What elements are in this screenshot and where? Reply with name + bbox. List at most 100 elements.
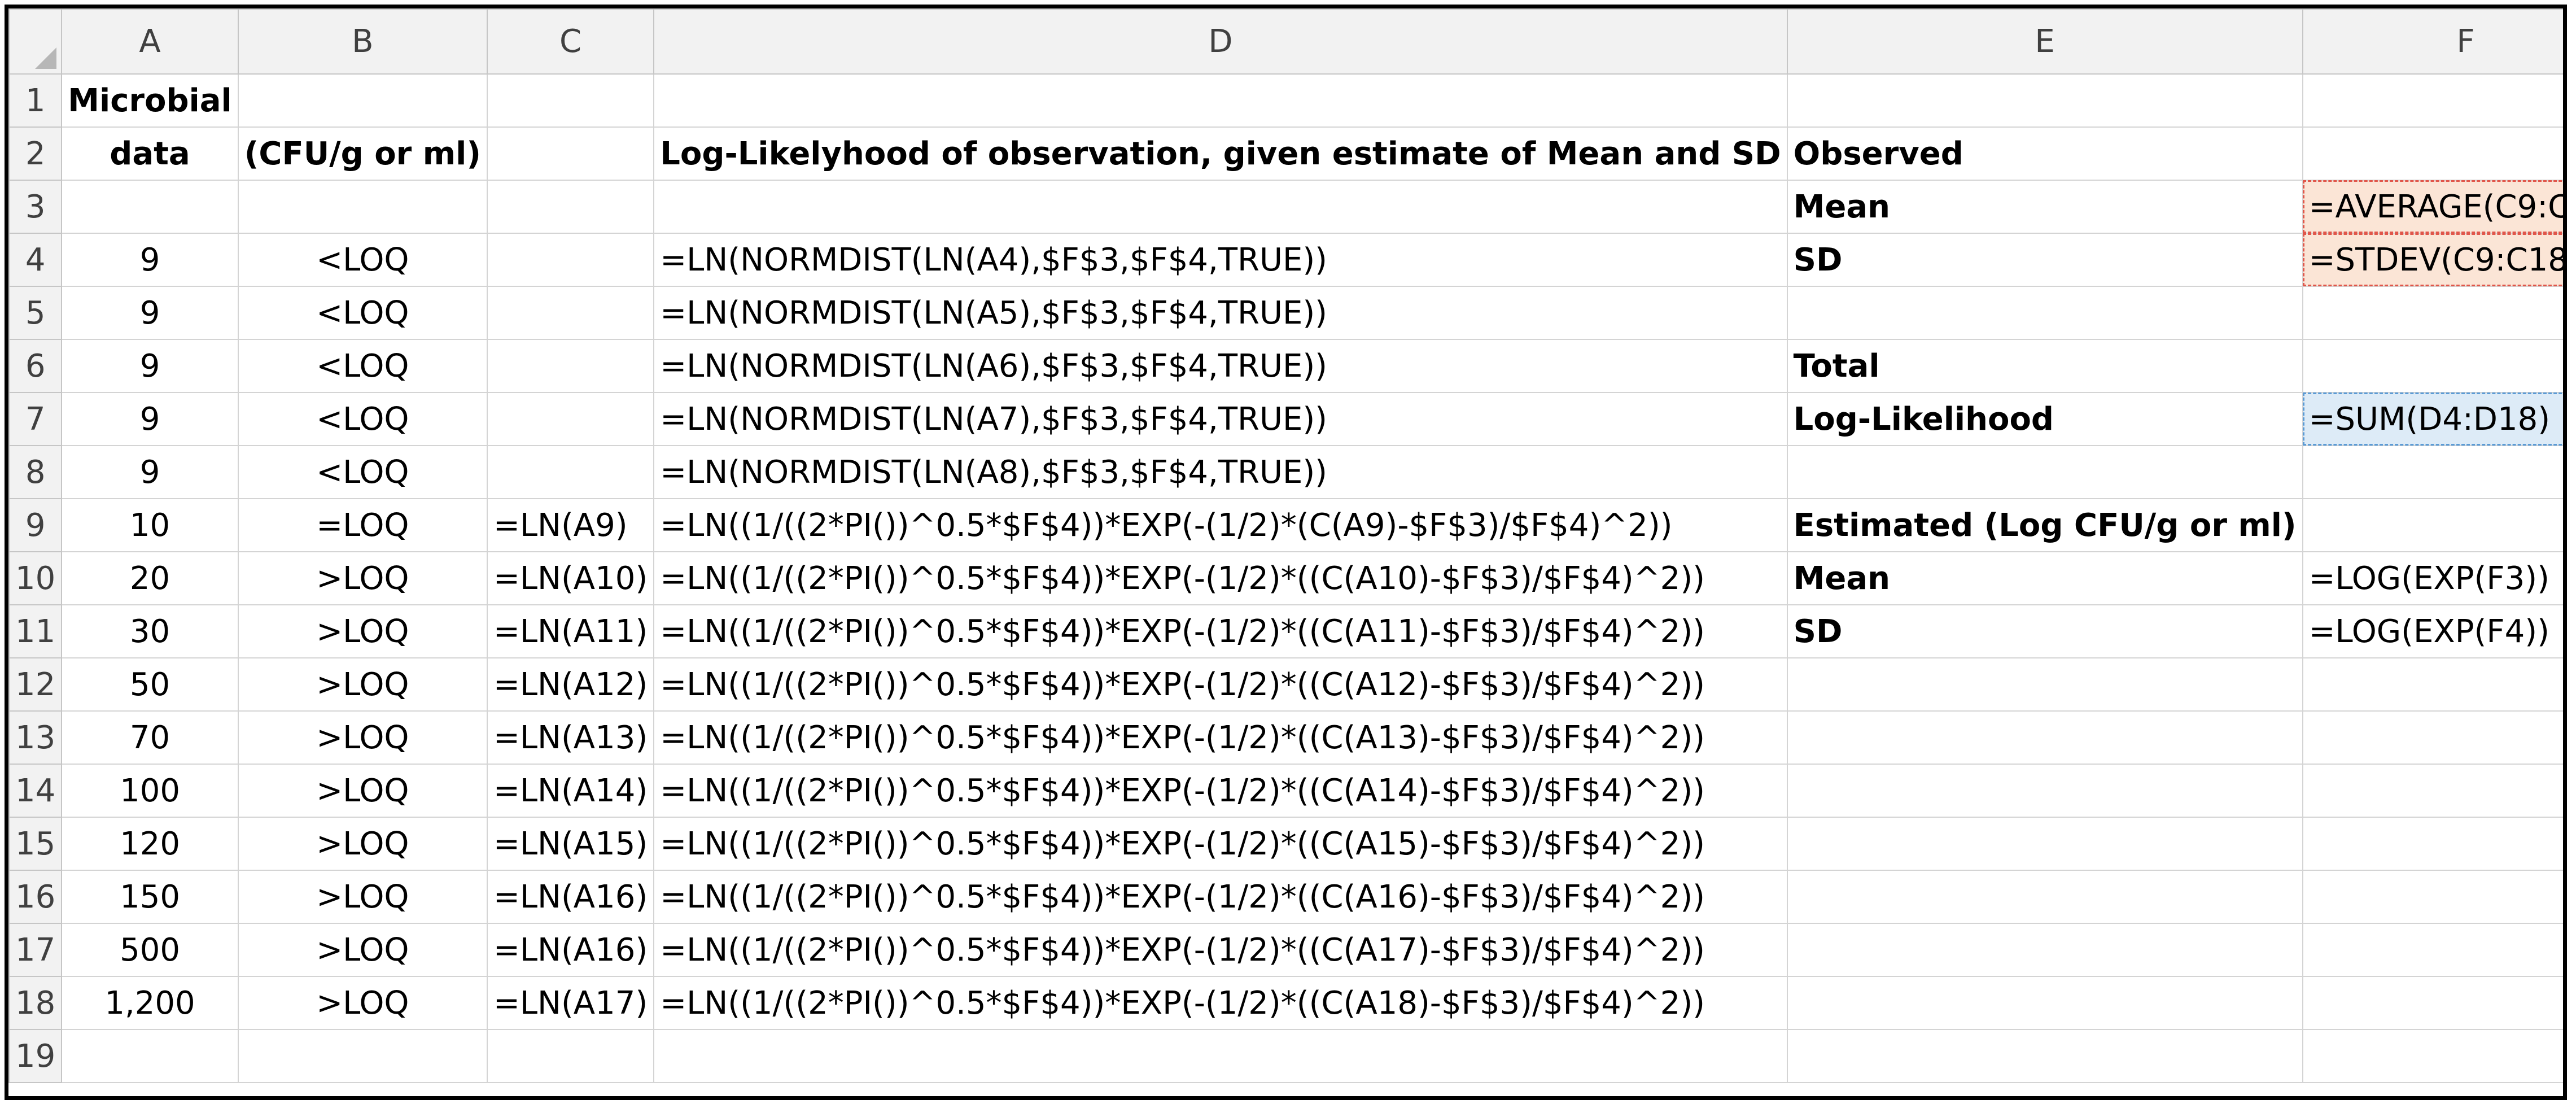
row-header-1[interactable]: 1	[8, 73, 63, 128]
cell-c16[interactable]: =LN(A16)	[486, 870, 655, 924]
cell-d9[interactable]: =LN((1/((2*PI())^0.5*$F$4))*EXP(-(1/2)*(…	[653, 498, 1788, 552]
cell-f19[interactable]	[2302, 1029, 2563, 1083]
cell-b16[interactable]: >LOQ	[237, 870, 488, 924]
cell-a9[interactable]: 10	[61, 498, 239, 552]
cell-c15[interactable]: =LN(A15)	[486, 817, 655, 871]
cell-b14[interactable]: >LOQ	[237, 764, 488, 818]
cell-a6[interactable]: 9	[61, 339, 239, 393]
cell-a17[interactable]: 500	[61, 923, 239, 977]
cell-b13[interactable]: >LOQ	[237, 710, 488, 765]
cell-c4[interactable]	[486, 233, 655, 287]
cell-c7[interactable]	[486, 392, 655, 446]
cell-a18[interactable]: 1,200	[61, 976, 239, 1030]
cell-a13[interactable]: 70	[61, 710, 239, 765]
cell-e19[interactable]	[1786, 1029, 2303, 1083]
cell-e2[interactable]: Observed	[1786, 126, 2303, 181]
row-header-15[interactable]: 15	[8, 817, 63, 871]
cell-d2[interactable]: Log-Likelyhood of observation, given est…	[653, 126, 1788, 181]
cell-c11[interactable]: =LN(A11)	[486, 604, 655, 658]
cell-c18[interactable]: =LN(A17)	[486, 976, 655, 1030]
cell-f11[interactable]: =LOG(EXP(F4))	[2302, 604, 2563, 658]
cell-c8[interactable]	[486, 445, 655, 499]
cell-c12[interactable]: =LN(A12)	[486, 657, 655, 712]
row-header-12[interactable]: 12	[8, 657, 63, 712]
row-header-3[interactable]: 3	[8, 180, 63, 234]
cell-d12[interactable]: =LN((1/((2*PI())^0.5*$F$4))*EXP(-(1/2)*(…	[653, 657, 1788, 712]
cell-f17[interactable]	[2302, 923, 2563, 977]
column-header-a[interactable]: A	[61, 8, 239, 75]
cell-f7[interactable]: =SUM(D4:D18)	[2302, 392, 2563, 446]
cell-c6[interactable]	[486, 339, 655, 393]
cell-f3[interactable]: =AVERAGE(C9:C18)	[2302, 180, 2563, 234]
row-header-13[interactable]: 13	[8, 710, 63, 765]
cell-b3[interactable]	[237, 180, 488, 234]
cell-e11[interactable]: SD	[1786, 604, 2303, 658]
cell-a14[interactable]: 100	[61, 764, 239, 818]
row-header-2[interactable]: 2	[8, 126, 63, 181]
cell-c17[interactable]: =LN(A16)	[486, 923, 655, 977]
cell-c3[interactable]	[486, 180, 655, 234]
cell-a19[interactable]	[61, 1029, 239, 1083]
cell-a1[interactable]: Microbial	[61, 73, 239, 128]
row-header-7[interactable]: 7	[8, 392, 63, 446]
cell-d13[interactable]: =LN((1/((2*PI())^0.5*$F$4))*EXP(-(1/2)*(…	[653, 710, 1788, 765]
row-header-8[interactable]: 8	[8, 445, 63, 499]
cell-c13[interactable]: =LN(A13)	[486, 710, 655, 765]
cell-b7[interactable]: <LOQ	[237, 392, 488, 446]
select-all-corner[interactable]	[8, 8, 63, 75]
cell-e15[interactable]	[1786, 817, 2303, 871]
column-header-e[interactable]: E	[1786, 8, 2303, 75]
cell-d5[interactable]: =LN(NORMDIST(LN(A5),$F$3,$F$4,TRUE))	[653, 286, 1788, 340]
cell-b11[interactable]: >LOQ	[237, 604, 488, 658]
cell-a2[interactable]: data	[61, 126, 239, 181]
row-header-5[interactable]: 5	[8, 286, 63, 340]
cell-e18[interactable]	[1786, 976, 2303, 1030]
cell-b10[interactable]: >LOQ	[237, 551, 488, 605]
column-header-f[interactable]: F	[2302, 8, 2563, 75]
cell-f1[interactable]	[2302, 73, 2563, 128]
cell-d8[interactable]: =LN(NORMDIST(LN(A8),$F$3,$F$4,TRUE))	[653, 445, 1788, 499]
cell-b18[interactable]: >LOQ	[237, 976, 488, 1030]
cell-f16[interactable]	[2302, 870, 2563, 924]
cell-e4[interactable]: SD	[1786, 233, 2303, 287]
cell-b1[interactable]	[237, 73, 488, 128]
column-header-b[interactable]: B	[237, 8, 488, 75]
row-header-11[interactable]: 11	[8, 604, 63, 658]
row-header-6[interactable]: 6	[8, 339, 63, 393]
row-header-4[interactable]: 4	[8, 233, 63, 287]
cell-b17[interactable]: >LOQ	[237, 923, 488, 977]
cell-a7[interactable]: 9	[61, 392, 239, 446]
cell-b9[interactable]: =LOQ	[237, 498, 488, 552]
cell-f5[interactable]	[2302, 286, 2563, 340]
cell-d7[interactable]: =LN(NORMDIST(LN(A7),$F$3,$F$4,TRUE))	[653, 392, 1788, 446]
cell-f4[interactable]: =STDEV(C9:C18)	[2302, 233, 2563, 287]
cell-b8[interactable]: <LOQ	[237, 445, 488, 499]
row-header-14[interactable]: 14	[8, 764, 63, 818]
cell-e16[interactable]	[1786, 870, 2303, 924]
cell-f2[interactable]	[2302, 126, 2563, 181]
row-header-16[interactable]: 16	[8, 870, 63, 924]
column-header-d[interactable]: D	[653, 8, 1788, 75]
cell-c9[interactable]: =LN(A9)	[486, 498, 655, 552]
cell-b2[interactable]: (CFU/g or ml)	[237, 126, 488, 181]
cell-c2[interactable]	[486, 126, 655, 181]
cell-d1[interactable]	[653, 73, 1788, 128]
cell-c1[interactable]	[486, 73, 655, 128]
cell-f12[interactable]	[2302, 657, 2563, 712]
cell-a5[interactable]: 9	[61, 286, 239, 340]
cell-d19[interactable]	[653, 1029, 1788, 1083]
cell-d18[interactable]: =LN((1/((2*PI())^0.5*$F$4))*EXP(-(1/2)*(…	[653, 976, 1788, 1030]
cell-d11[interactable]: =LN((1/((2*PI())^0.5*$F$4))*EXP(-(1/2)*(…	[653, 604, 1788, 658]
cell-c10[interactable]: =LN(A10)	[486, 551, 655, 605]
row-header-10[interactable]: 10	[8, 551, 63, 605]
cell-b6[interactable]: <LOQ	[237, 339, 488, 393]
row-header-19[interactable]: 19	[8, 1029, 63, 1083]
cell-c14[interactable]: =LN(A14)	[486, 764, 655, 818]
cell-e5[interactable]	[1786, 286, 2303, 340]
cell-a12[interactable]: 50	[61, 657, 239, 712]
cell-e10[interactable]: Mean	[1786, 551, 2303, 605]
cell-d4[interactable]: =LN(NORMDIST(LN(A4),$F$3,$F$4,TRUE))	[653, 233, 1788, 287]
cell-a16[interactable]: 150	[61, 870, 239, 924]
cell-a15[interactable]: 120	[61, 817, 239, 871]
cell-e3[interactable]: Mean	[1786, 180, 2303, 234]
